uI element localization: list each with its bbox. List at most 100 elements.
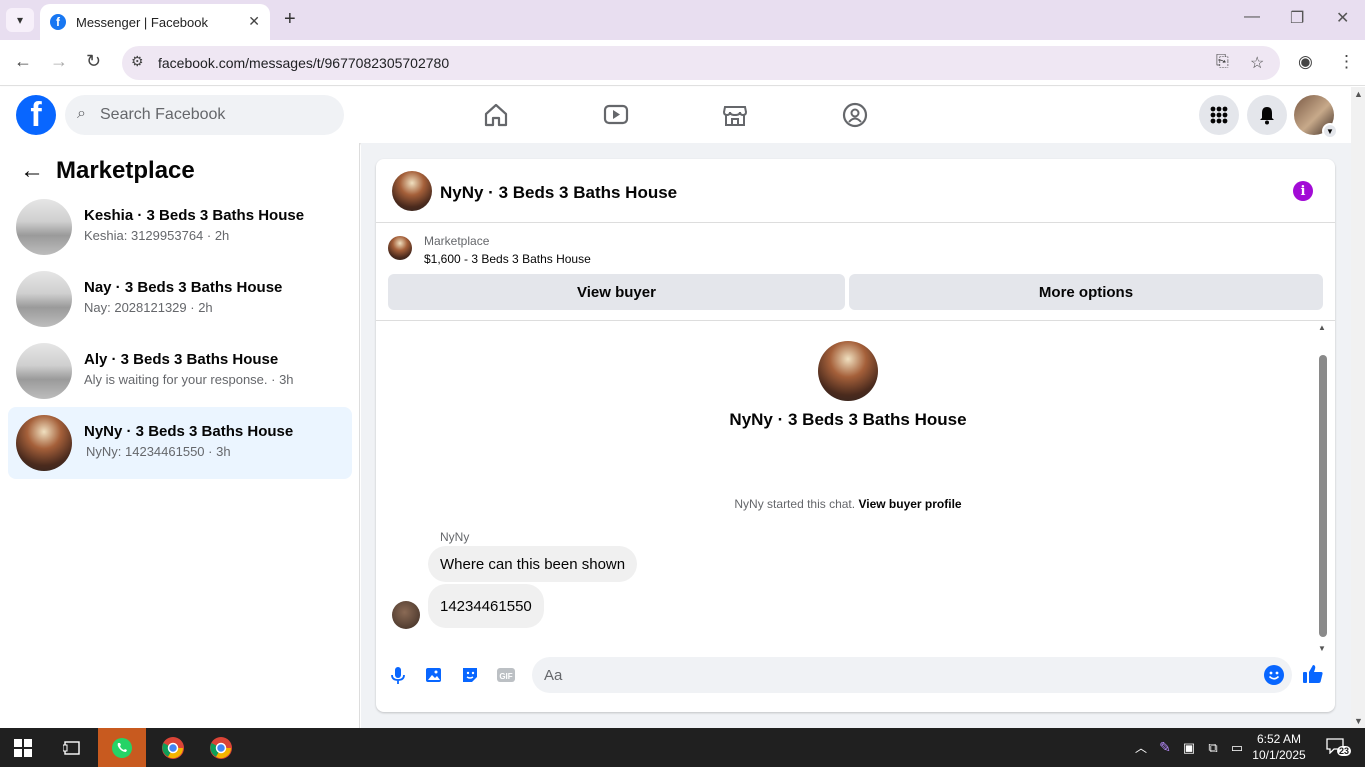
chat-avatar[interactable] — [392, 171, 432, 211]
chat-title[interactable]: NyNy · 3 Beds 3 Baths House — [440, 183, 677, 203]
home-icon[interactable] — [482, 101, 510, 129]
view-buyer-button[interactable]: View buyer — [388, 274, 845, 310]
bookmark-star-icon[interactable]: ☆ — [1250, 53, 1264, 73]
tab-search-button[interactable]: ▾ — [6, 8, 34, 32]
thumbs-up-icon[interactable] — [1302, 663, 1324, 685]
marketplace-icon[interactable] — [721, 101, 749, 129]
listing-thumbnail — [16, 415, 72, 471]
thread-scrollbar[interactable]: ▲ ▼ — [1318, 323, 1327, 653]
microphone-icon[interactable] — [388, 665, 408, 685]
scroll-down-icon[interactable]: ▼ — [1354, 716, 1363, 726]
whatsapp-icon — [112, 737, 132, 758]
forward-button[interactable]: → — [50, 51, 68, 72]
search-input[interactable]: ⌕ Search Facebook — [65, 95, 344, 135]
emoji-icon[interactable] — [1264, 665, 1284, 685]
account-avatar[interactable]: ▼ — [1294, 95, 1338, 139]
sidebar-title: Marketplace — [56, 157, 195, 184]
search-icon: ⌕ — [77, 105, 86, 122]
message-bubble[interactable]: Where can this been shown — [428, 546, 638, 582]
more-options-button[interactable]: More options — [849, 274, 1323, 310]
site-info-icon[interactable]: ⚙ — [131, 53, 144, 70]
close-window-button[interactable]: ✕ — [1336, 8, 1349, 28]
conversation-name: Keshia · 3 Beds 3 Baths House — [84, 207, 305, 224]
tab-close-icon[interactable]: ✕ — [248, 13, 260, 30]
bell-icon — [1260, 107, 1274, 125]
display-icon[interactable]: ⧉ — [1202, 728, 1224, 767]
restore-button[interactable]: ❐ — [1290, 8, 1304, 28]
conversation-item[interactable]: Aly · 3 Beds 3 Baths House Aly is waitin… — [8, 335, 352, 407]
new-tab-button[interactable]: + — [284, 8, 296, 31]
chrome-taskbar-button[interactable] — [150, 728, 196, 767]
message-input[interactable]: Aa — [532, 657, 1292, 693]
browser-tab-strip: ▾ f Messenger | Facebook ✕ + — ❐ ✕ — [0, 0, 1365, 40]
conversation-preview: Keshia: 3129953764 · 2h — [84, 228, 230, 243]
install-app-icon[interactable]: ⎘ — [1216, 53, 1229, 71]
chrome-icon — [210, 736, 232, 759]
info-icon[interactable]: i — [1293, 181, 1313, 201]
svg-text:GIF: GIF — [499, 672, 512, 681]
message-bubble[interactable]: 14234461550 — [428, 584, 544, 628]
facebook-favicon-icon: f — [50, 14, 66, 30]
notifications-button[interactable] — [1247, 95, 1287, 135]
scroll-up-icon[interactable]: ▲ — [1318, 323, 1326, 332]
conversation-item-active[interactable]: NyNy · 3 Beds 3 Baths House NyNy: 142344… — [8, 407, 352, 479]
conversation-name: Aly · 3 Beds 3 Baths House — [84, 351, 279, 368]
system-clock[interactable]: 6:52 AM 10/1/2025 — [1248, 731, 1310, 763]
show-hidden-icons-chevron-icon[interactable]: ︿ — [1130, 728, 1152, 767]
page-scrollbar[interactable]: ▲ ▼ — [1351, 87, 1365, 728]
tab-title: Messenger | Facebook — [76, 14, 208, 30]
sender-avatar[interactable] — [392, 601, 420, 629]
menu-grid-button[interactable] — [1199, 95, 1239, 135]
listing-thumbnail — [16, 199, 72, 255]
conversation-title: NyNy · 3 Beds 3 Baths House — [729, 410, 967, 429]
conversation-item[interactable]: Keshia · 3 Beds 3 Baths House Keshia: 31… — [8, 191, 352, 263]
conversation-name: NyNy · 3 Beds 3 Baths House — [84, 423, 294, 440]
chevron-down-icon: ▼ — [1322, 123, 1338, 139]
gif-icon[interactable]: GIF — [496, 665, 516, 685]
meet-icon[interactable]: ▣ — [1178, 728, 1200, 767]
listing-thumbnail — [388, 236, 412, 260]
marketplace-sidebar: ← Marketplace Keshia · 3 Beds 3 Baths Ho… — [0, 143, 360, 728]
chat-start-text: NyNy started this chat. — [734, 497, 856, 511]
minimize-button[interactable]: — — [1244, 8, 1260, 26]
notification-count-badge: 23 — [1337, 746, 1352, 756]
browser-toolbar: ← → ↻ ⚙ facebook.com/messages/t/96770823… — [0, 40, 1365, 86]
listing-price[interactable]: $1,600 - 3 Beds 3 Baths House — [424, 252, 591, 266]
back-arrow-icon[interactable]: ← — [20, 157, 44, 185]
task-view-button[interactable] — [52, 728, 92, 767]
notification-center-button[interactable]: 23 — [1326, 738, 1352, 758]
facebook-header: f ⌕ Search Facebook ▼ — [0, 87, 1351, 143]
scroll-up-icon[interactable]: ▲ — [1354, 89, 1363, 99]
clock-time: 6:52 AM — [1256, 732, 1302, 746]
start-button[interactable] — [0, 728, 46, 767]
task-view-icon — [63, 740, 80, 755]
message-placeholder: Aa — [544, 667, 563, 684]
facebook-logo-icon[interactable]: f — [16, 95, 56, 135]
grid-icon — [1210, 106, 1228, 124]
whatsapp-taskbar-button[interactable] — [98, 728, 146, 767]
message-thread: ▲ ▼ NyNy · 3 Beds 3 Baths House NyNy sta… — [376, 321, 1335, 653]
pen-icon[interactable]: ✎ — [1154, 728, 1176, 767]
groups-icon[interactable] — [841, 101, 869, 129]
address-bar[interactable]: ⚙ facebook.com/messages/t/96770823057027… — [122, 46, 1280, 80]
conversation-avatar — [818, 341, 878, 401]
chrome-profile-taskbar-button[interactable] — [198, 728, 244, 767]
reload-button[interactable]: ↻ — [86, 51, 101, 72]
profile-icon[interactable]: ◉ — [1298, 52, 1313, 72]
photo-icon[interactable] — [424, 665, 444, 685]
chat-start-notice: NyNy started this chat. View buyer profi… — [376, 497, 1320, 511]
message-composer: GIF Aa — [376, 651, 1335, 712]
sticker-icon[interactable] — [460, 665, 480, 685]
url-text[interactable]: facebook.com/messages/t/9677082305702780 — [158, 55, 449, 71]
scrollbar-thumb[interactable] — [1319, 355, 1327, 637]
back-button[interactable]: ← — [14, 51, 32, 72]
listing-label: Marketplace — [424, 234, 490, 248]
view-buyer-profile-link[interactable]: View buyer profile — [858, 497, 961, 511]
search-placeholder: Search Facebook — [100, 106, 226, 123]
browser-tab[interactable]: f Messenger | Facebook ✕ — [40, 4, 270, 40]
chrome-menu-icon[interactable]: ⋮ — [1338, 52, 1355, 72]
chat-header: NyNy · 3 Beds 3 Baths House i — [376, 159, 1335, 223]
conversation-item[interactable]: Nay · 3 Beds 3 Baths House Nay: 20281213… — [8, 263, 352, 335]
video-icon[interactable] — [602, 101, 630, 129]
battery-icon[interactable]: ▭ — [1226, 728, 1248, 767]
